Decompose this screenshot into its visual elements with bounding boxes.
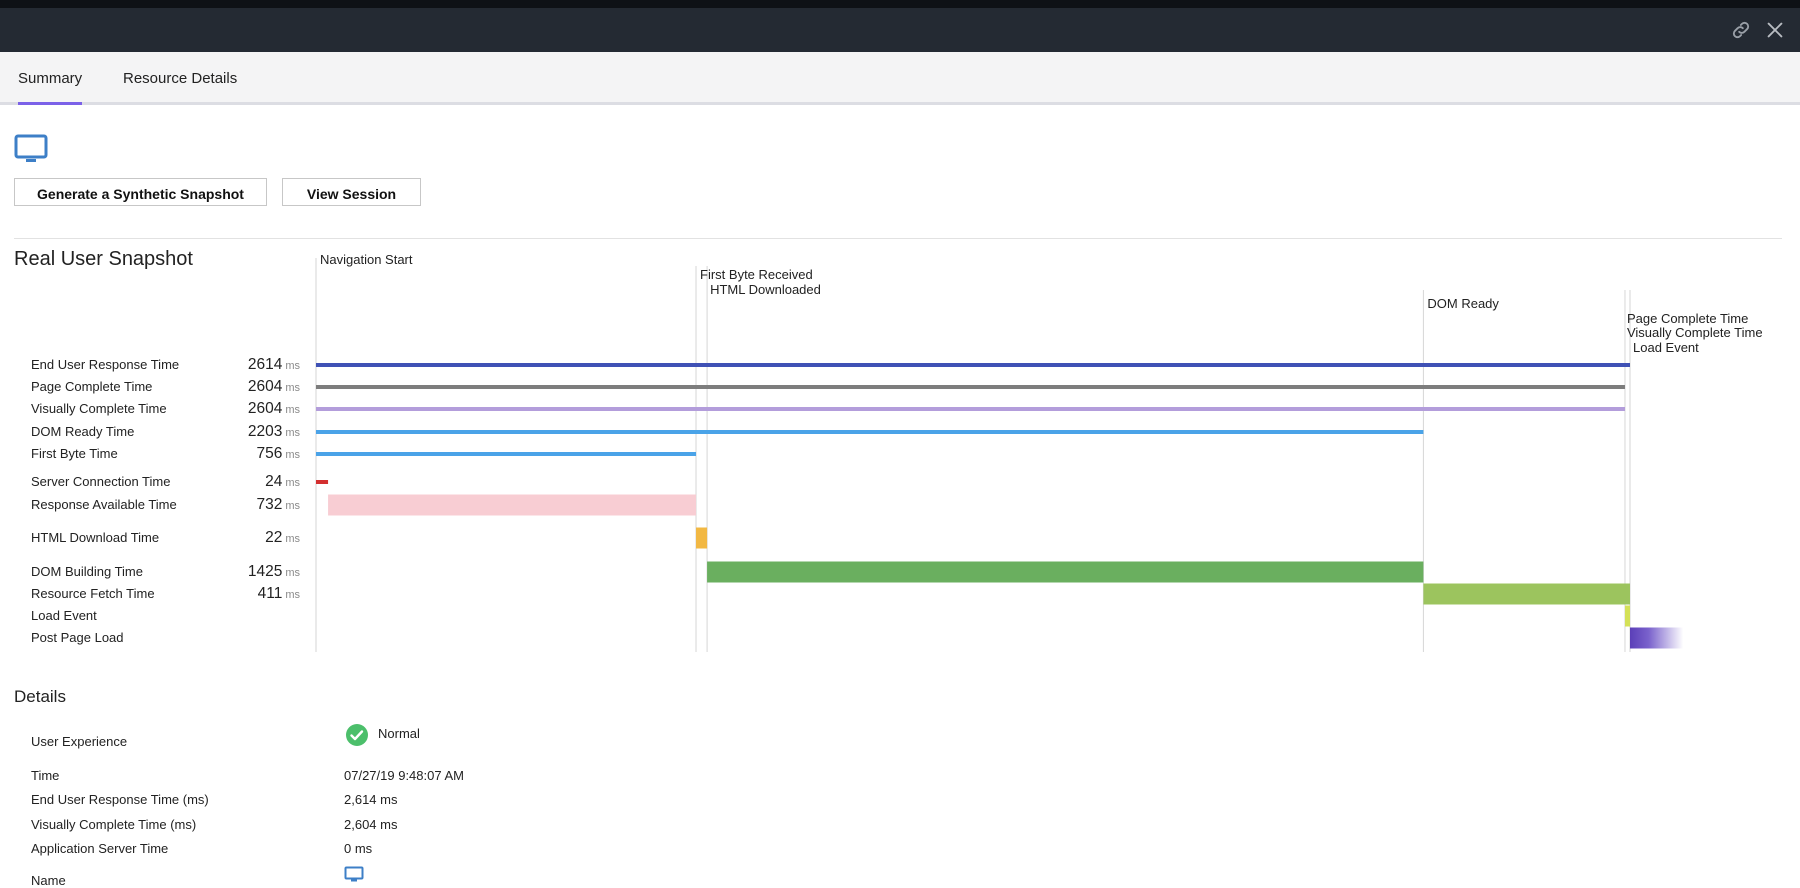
monitor-icon	[344, 866, 364, 883]
tab-resource-details[interactable]: Resource Details	[123, 52, 237, 102]
details-title: Details	[14, 687, 66, 706]
detail-value: 2,604 ms	[344, 817, 398, 832]
timeline-marker-label: Load Event	[1633, 340, 1699, 355]
timeline-marker-label: Visually Complete Time	[1626, 325, 1763, 340]
timeline-bar	[1630, 627, 1684, 649]
monitor-icon	[14, 134, 50, 166]
timeline-bar	[328, 494, 697, 516]
timeline-bar	[1423, 583, 1630, 605]
close-icon[interactable]	[1764, 19, 1786, 41]
timeline-marker-label: DOM Ready	[1427, 296, 1499, 311]
user-experience-value: Normal	[378, 726, 420, 741]
timeline-bar	[316, 430, 1424, 434]
detail-label: Application Server Time	[31, 841, 169, 856]
detail-label: End User Response Time (ms)	[31, 792, 209, 807]
dialog-header	[0, 0, 1800, 52]
detail-label: Name	[31, 873, 66, 888]
timeline-bar	[316, 385, 1625, 389]
timeline-bar	[316, 452, 697, 456]
timeline-bar	[316, 407, 1625, 411]
timeline-bar	[696, 527, 708, 549]
detail-label: Time	[31, 768, 60, 783]
timeline-bar	[707, 561, 1424, 583]
timeline-marker-label: HTML Downloaded	[710, 282, 821, 297]
link-icon[interactable]	[1730, 19, 1752, 41]
waterfall-timeline	[315, 258, 1684, 652]
timeline-bar	[316, 480, 329, 484]
timeline-bar	[1624, 605, 1630, 627]
timeline-marker-label: Page Complete Time	[1626, 311, 1749, 326]
check-icon	[345, 723, 369, 747]
detail-value: 0 ms	[344, 841, 373, 856]
view-session-button[interactable]: View Session	[282, 178, 421, 206]
timeline-bar	[316, 363, 1630, 367]
timeline-marker-label: Navigation Start	[320, 252, 413, 267]
timeline-marker-label: First Byte Received	[700, 267, 813, 282]
detail-value: 07/27/19 9:48:07 AM	[344, 768, 464, 783]
tab-summary[interactable]: Summary	[18, 52, 82, 105]
section-divider	[14, 238, 1782, 239]
generate-synthetic-snapshot-button[interactable]: Generate a Synthetic Snapshot	[14, 178, 267, 206]
detail-label: Visually Complete Time (ms)	[31, 817, 197, 832]
detail-value: 2,614 ms	[344, 792, 398, 807]
tab-bar: Summary Resource Details	[0, 52, 1800, 105]
detail-label: User Experience	[31, 734, 128, 749]
